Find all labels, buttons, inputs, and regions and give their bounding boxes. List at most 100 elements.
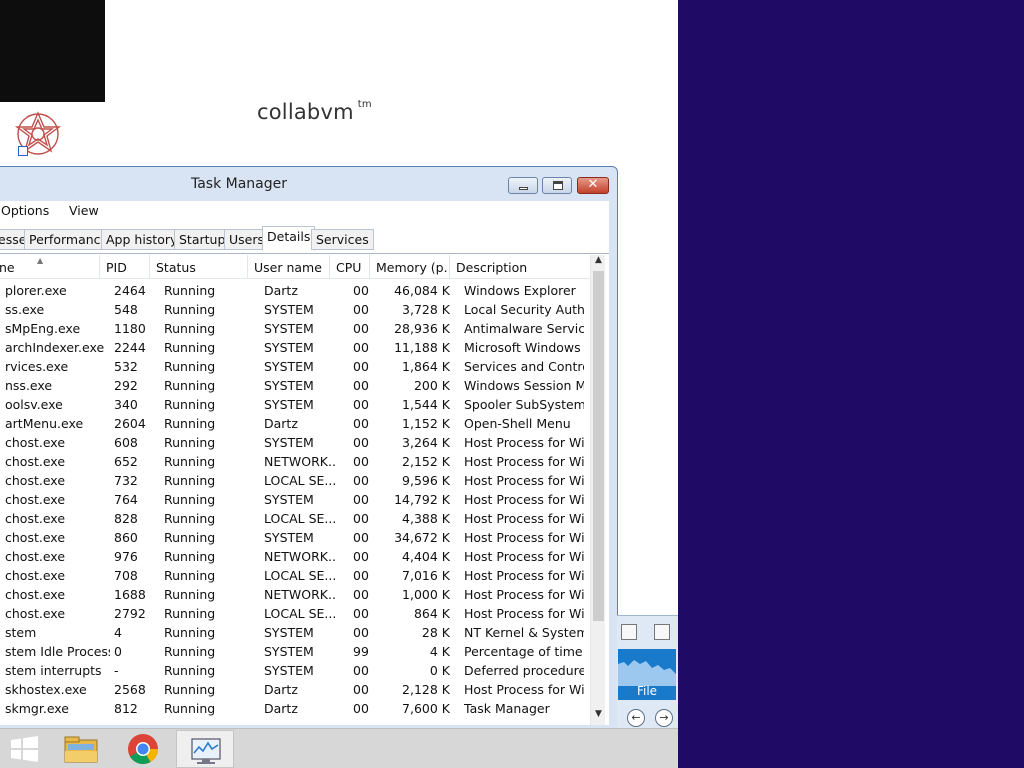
process-description: Deferred procedure ...: [464, 663, 584, 678]
start-button[interactable]: [0, 730, 58, 768]
scroll-up-icon[interactable]: ▲: [591, 255, 606, 271]
table-row[interactable]: ss.exe 548 Running SYSTEM 00 3,728 K Local Sec…: [0, 300, 596, 319]
details-table: ne ▲ PID Status User name CPU Memory (p..…: [0, 255, 596, 725]
table-row[interactable]: sMpEng.exe 1180 Running SYSTEM 00 28,936 K Ant…: [0, 319, 596, 338]
column-memory[interactable]: Memory (p...: [370, 255, 450, 279]
explorer-window-partial: File ← →: [617, 615, 678, 728]
table-row[interactable]: chost.exe 976 Running NETWORK... 00 4,404 K Ho…: [0, 547, 596, 566]
process-status: Running: [164, 701, 216, 716]
table-row[interactable]: chost.exe 732 Running LOCAL SE... 00 9,596 K H…: [0, 471, 596, 490]
table-row[interactable]: chost.exe 764 Running SYSTEM 00 14,792 K Host …: [0, 490, 596, 509]
sort-ascending-icon: ▲: [37, 256, 44, 265]
forward-button[interactable]: →: [655, 709, 673, 727]
table-row[interactable]: chost.exe 708 Running LOCAL SE... 00 7,016 K H…: [0, 566, 596, 585]
tab-performance[interactable]: Performance: [24, 229, 114, 250]
menu-view[interactable]: View: [69, 203, 99, 218]
maximize-button[interactable]: [542, 177, 572, 194]
process-user: SYSTEM: [264, 435, 314, 450]
process-user: SYSTEM: [264, 530, 314, 545]
task-manager-taskbar-button[interactable]: [176, 730, 234, 768]
table-row[interactable]: chost.exe 1688 Running NETWORK... 00 1,000 K H…: [0, 585, 596, 604]
computer-icon[interactable]: [621, 624, 637, 640]
column-status[interactable]: Status: [150, 255, 248, 279]
process-user: SYSTEM: [264, 359, 314, 374]
menu-options[interactable]: Options: [1, 203, 49, 218]
table-row[interactable]: rvices.exe 532 Running SYSTEM 00 1,864 K Servi…: [0, 357, 596, 376]
process-name: chost.exe: [5, 511, 66, 526]
process-status: Running: [164, 473, 216, 488]
column-name[interactable]: ne ▲: [0, 255, 100, 279]
tab-app-history[interactable]: App history: [101, 229, 183, 250]
process-status: Running: [164, 663, 216, 678]
process-description: Host Process for Wi...: [464, 682, 584, 697]
process-cpu: 00: [353, 359, 369, 374]
back-button[interactable]: ←: [627, 709, 645, 727]
table-row[interactable]: artMenu.exe 2604 Running Dartz 00 1,152 K Open…: [0, 414, 596, 433]
process-status: Running: [164, 340, 216, 355]
process-pid: 652: [114, 454, 138, 469]
process-user: NETWORK...: [264, 549, 336, 564]
process-name: plorer.exe: [5, 283, 67, 298]
table-row[interactable]: chost.exe 860 Running SYSTEM 00 34,672 K Host …: [0, 528, 596, 547]
table-row[interactable]: plorer.exe 2464 Running Dartz 00 46,084 K Wind…: [0, 281, 596, 300]
table-row[interactable]: skhostex.exe 2568 Running Dartz 00 2,128 K Hos…: [0, 680, 596, 699]
table-row[interactable]: chost.exe 828 Running LOCAL SE... 00 4,388 K H…: [0, 509, 596, 528]
process-user: SYSTEM: [264, 644, 314, 659]
vertical-scrollbar[interactable]: ▲ ▼: [590, 255, 605, 725]
table-row[interactable]: stem interrupts - Running SYSTEM 00 0 K Deferr…: [0, 661, 596, 680]
table-row[interactable]: chost.exe 2792 Running LOCAL SE... 00 864 K Ho…: [0, 604, 596, 623]
column-description[interactable]: Description: [450, 255, 590, 279]
process-status: Running: [164, 283, 216, 298]
file-tab[interactable]: File: [618, 649, 676, 700]
process-pid: 4: [114, 625, 122, 640]
chrome-taskbar-button[interactable]: [114, 730, 172, 768]
process-user: Dartz: [264, 701, 298, 716]
table-row[interactable]: stem Idle Process 0 Running SYSTEM 99 4 K Perc…: [0, 642, 596, 661]
process-memory: 4,388 K: [402, 511, 450, 526]
minimize-button[interactable]: [508, 177, 538, 194]
column-pid[interactable]: PID: [100, 255, 150, 279]
process-user: SYSTEM: [264, 492, 314, 507]
process-cpu: 00: [353, 549, 369, 564]
table-row[interactable]: skmgr.exe 812 Running Dartz 00 7,600 K Task Ma…: [0, 699, 596, 718]
process-name: chost.exe: [5, 473, 66, 488]
process-memory: 3,728 K: [402, 302, 450, 317]
scrollbar-thumb[interactable]: [593, 271, 604, 621]
process-user: LOCAL SE...: [264, 606, 336, 621]
file-explorer-taskbar-button[interactable]: [52, 730, 110, 768]
column-cpu[interactable]: CPU: [330, 255, 370, 279]
table-row[interactable]: chost.exe 652 Running NETWORK... 00 2,152 K Ho…: [0, 452, 596, 471]
process-pid: 2604: [114, 416, 146, 431]
table-row[interactable]: chost.exe 608 Running SYSTEM 00 3,264 K Host P…: [0, 433, 596, 452]
process-cpu: 00: [353, 625, 369, 640]
process-name: chost.exe: [5, 492, 66, 507]
process-user: SYSTEM: [264, 397, 314, 412]
process-pid: 1180: [114, 321, 146, 336]
process-status: Running: [164, 568, 216, 583]
task-manager-icon: [191, 738, 221, 764]
process-cpu: 00: [353, 340, 369, 355]
tab-startup[interactable]: Startup: [174, 229, 231, 250]
process-description: Open-Shell Menu: [464, 416, 571, 431]
table-row[interactable]: oolsv.exe 340 Running SYSTEM 00 1,544 K Spoole…: [0, 395, 596, 414]
column-user-name[interactable]: User name: [248, 255, 330, 279]
table-row[interactable]: stem 4 Running SYSTEM 00 28 K NT Kernel & Syst…: [0, 623, 596, 642]
tab-details[interactable]: Details: [262, 226, 316, 251]
process-user: LOCAL SE...: [264, 473, 336, 488]
table-row[interactable]: archIndexer.exe 2244 Running SYSTEM 00 11,188…: [0, 338, 596, 357]
process-name: chost.exe: [5, 530, 66, 545]
title-bar[interactable]: Task Manager ✕: [0, 167, 617, 201]
close-button[interactable]: ✕: [577, 177, 609, 194]
process-cpu: 00: [353, 492, 369, 507]
process-user: LOCAL SE...: [264, 511, 336, 526]
host-background: [678, 0, 1024, 768]
process-status: Running: [164, 435, 216, 450]
process-status: Running: [164, 492, 216, 507]
tab-services[interactable]: Services: [311, 229, 374, 250]
process-description: Host Process for Wi...: [464, 530, 584, 545]
process-memory: 4 K: [429, 644, 450, 659]
table-row[interactable]: nss.exe 292 Running SYSTEM 00 200 K Windows Se…: [0, 376, 596, 395]
scroll-down-icon[interactable]: ▼: [591, 709, 606, 725]
process-memory: 11,188 K: [394, 340, 450, 355]
properties-icon[interactable]: [654, 624, 670, 640]
